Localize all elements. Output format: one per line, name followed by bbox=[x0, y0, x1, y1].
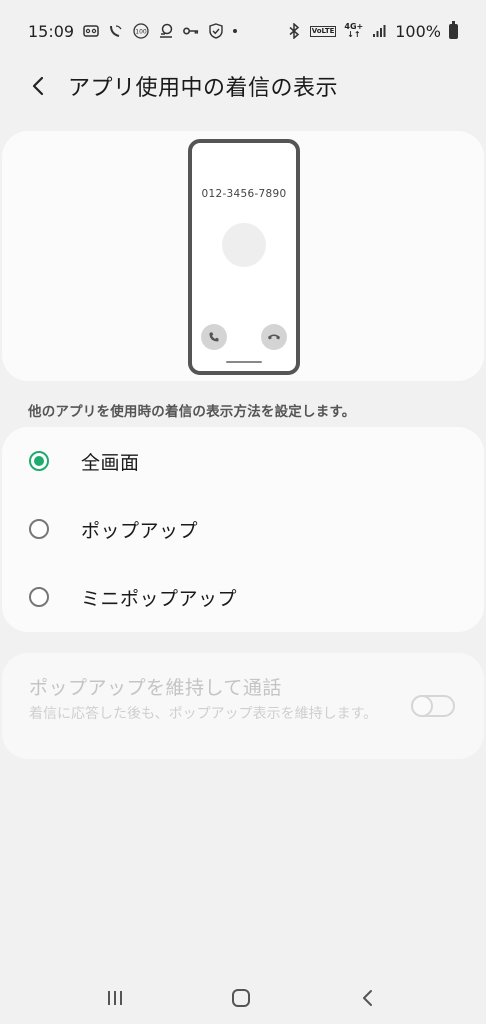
volte-icon: VoLTE bbox=[309, 25, 337, 37]
nav-back-button[interactable] bbox=[344, 978, 392, 1018]
decline-call-icon bbox=[261, 324, 287, 350]
signal-icon bbox=[371, 23, 387, 39]
battery-percent: 100% bbox=[395, 21, 441, 41]
option-label: ミニポップアップ bbox=[81, 587, 238, 610]
radio-mini-popup[interactable] bbox=[29, 587, 49, 607]
key-icon bbox=[183, 23, 199, 39]
navigation-bar bbox=[0, 968, 486, 1024]
option-label: ポップアップ bbox=[81, 519, 199, 542]
phone-illustration: 012-3456-7890 bbox=[188, 139, 300, 375]
caller-avatar bbox=[222, 223, 266, 267]
page-title: アプリ使用中の着信の表示 bbox=[68, 76, 339, 101]
description-text: 他のアプリを使用時の着信の表示方法を設定します。 bbox=[28, 404, 356, 420]
app-bar: アプリ使用中の着信の表示 bbox=[0, 62, 486, 110]
chevron-left-icon bbox=[32, 76, 44, 96]
voicemail-icon bbox=[83, 23, 99, 39]
home-indicator bbox=[226, 361, 262, 363]
radio-popup[interactable] bbox=[29, 519, 49, 539]
bluetooth-icon bbox=[286, 23, 302, 39]
display-options-card: 全画面 ポップアップ ミニポップアップ bbox=[2, 427, 484, 632]
network-type-icon: 4G+ ↓↑ bbox=[344, 22, 364, 39]
keep-popup-title: ポップアップを維持して通話 bbox=[29, 677, 282, 699]
shield-check-icon bbox=[208, 23, 224, 39]
preview-card: 012-3456-7890 bbox=[2, 131, 484, 381]
option-mini-popup[interactable]: ミニポップアップ bbox=[2, 563, 484, 631]
accept-call-icon bbox=[201, 324, 227, 350]
keep-popup-setting[interactable]: ポップアップを維持して通話 着信に応答した後も、ポップアップ表示を維持します。 bbox=[2, 653, 484, 759]
radio-fullscreen[interactable] bbox=[29, 451, 49, 471]
switch-knob bbox=[411, 695, 433, 717]
notification-dot-icon bbox=[233, 29, 238, 33]
option-popup[interactable]: ポップアップ bbox=[2, 495, 484, 563]
status-bar: 15:09 100 VoLTE 4G+ ↓↑ 100% bbox=[0, 0, 486, 62]
keep-popup-subtitle: 着信に応答した後も、ポップアップ表示を維持します。 bbox=[29, 706, 378, 722]
option-label: 全画面 bbox=[81, 451, 140, 474]
sync-icon bbox=[158, 23, 174, 39]
svg-text:100: 100 bbox=[135, 29, 147, 36]
recent-apps-icon bbox=[108, 991, 122, 1005]
home-icon bbox=[232, 989, 250, 1007]
option-fullscreen[interactable]: 全画面 bbox=[2, 427, 484, 495]
phone-number: 012-3456-7890 bbox=[201, 188, 287, 200]
status-time: 15:09 bbox=[28, 21, 75, 41]
back-icon bbox=[363, 990, 372, 1006]
wifi-call-icon bbox=[108, 23, 124, 39]
home-button[interactable] bbox=[217, 978, 265, 1018]
back-button[interactable] bbox=[8, 62, 68, 110]
hundred-icon: 100 bbox=[133, 23, 149, 39]
keep-popup-switch[interactable] bbox=[411, 695, 455, 717]
battery-icon bbox=[449, 20, 458, 39]
recent-apps-button[interactable] bbox=[91, 978, 139, 1018]
